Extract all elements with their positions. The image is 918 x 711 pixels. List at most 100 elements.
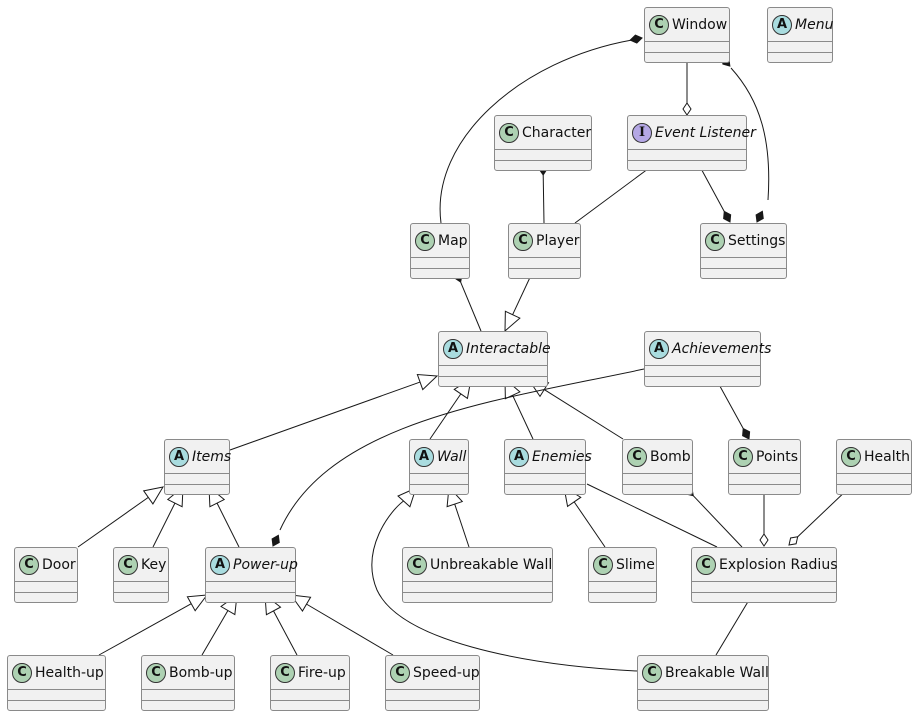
attributes-compartment	[645, 366, 760, 377]
class-name: Interactable	[466, 340, 551, 357]
attributes-compartment	[768, 42, 832, 53]
class-name: Slime	[616, 556, 655, 573]
class-stereotype-icon: C	[841, 446, 861, 467]
class-bomb[interactable]: C Bomb	[622, 439, 693, 495]
class-breakable-wall[interactable]: C Breakable Wall	[637, 655, 769, 711]
methods-compartment	[628, 161, 746, 171]
class-name: Window	[672, 16, 728, 33]
class-achievements[interactable]: A Achievements	[644, 331, 771, 387]
class-fire-up[interactable]: C Fire-up	[270, 655, 350, 711]
attributes-compartment	[403, 582, 552, 593]
class-unbreakable-wall[interactable]: C Unbreakable Wall	[402, 547, 553, 603]
class-header: C Window	[645, 8, 729, 42]
class-name: Health	[864, 448, 910, 465]
class-player[interactable]: C Player	[508, 223, 581, 279]
class-wall[interactable]: A Wall	[409, 439, 469, 495]
class-name: Power-up	[233, 556, 298, 573]
methods-compartment	[439, 377, 547, 387]
composition-diamond	[629, 34, 643, 44]
class-header: A Interactable	[439, 332, 551, 366]
class-header: C Explosion Radius	[692, 548, 838, 582]
class-door[interactable]: C Door	[14, 547, 78, 603]
class-stereotype-icon: C	[118, 554, 138, 575]
class-name: Explosion Radius	[719, 556, 838, 573]
class-menu[interactable]: A Menu	[767, 7, 833, 63]
class-map[interactable]: C Map	[410, 223, 470, 279]
class-power-up[interactable]: A Power-up	[205, 547, 298, 603]
methods-compartment	[411, 269, 469, 279]
class-name: Key	[141, 556, 167, 573]
class-event-listener[interactable]: I Event Listener	[627, 115, 756, 171]
class-bomb-up[interactable]: C Bomb-up	[141, 655, 235, 711]
relation-line	[454, 503, 470, 548]
class-header: C Health	[837, 440, 911, 474]
class-interactable[interactable]: A Interactable	[438, 331, 551, 387]
class-window[interactable]: C Window	[644, 7, 730, 63]
class-stereotype-icon: C	[649, 14, 669, 35]
methods-compartment	[692, 593, 836, 603]
relation-line	[77, 496, 149, 548]
attributes-compartment	[729, 474, 800, 485]
attributes-compartment	[410, 474, 468, 485]
class-health-up[interactable]: C Health-up	[7, 655, 106, 711]
methods-compartment	[403, 593, 552, 603]
class-header: C Bomb-up	[142, 656, 234, 690]
class-header: A Enemies	[505, 440, 592, 474]
relation-line	[542, 174, 545, 224]
methods-compartment	[729, 485, 800, 495]
attributes-compartment	[623, 474, 692, 485]
class-name: Achievements	[672, 340, 772, 357]
methods-compartment	[505, 485, 585, 495]
class-explosion-radius[interactable]: C Explosion Radius	[691, 547, 838, 603]
class-settings[interactable]: C Settings	[700, 223, 787, 279]
class-name: Player	[536, 232, 580, 249]
class-header: C Key	[114, 548, 168, 582]
relation-line	[201, 610, 229, 656]
class-health[interactable]: C Health	[836, 439, 912, 495]
abstract-class-icon: A	[772, 14, 792, 35]
class-header: C Map	[411, 224, 469, 258]
methods-compartment	[701, 269, 786, 279]
class-header: C Character	[495, 116, 591, 150]
attributes-compartment	[8, 690, 105, 701]
class-stereotype-icon: C	[627, 446, 647, 467]
class-name: Bomb	[650, 448, 691, 465]
class-stereotype-icon: C	[499, 122, 519, 143]
class-header: C Player	[509, 224, 580, 258]
attributes-compartment	[439, 366, 547, 377]
class-header: A Wall	[410, 440, 468, 474]
class-stereotype-icon: C	[513, 230, 533, 251]
class-name: Health-up	[35, 664, 104, 681]
class-points[interactable]: C Points	[728, 439, 801, 495]
aggregation-diamond	[759, 533, 769, 547]
relation-line	[216, 502, 240, 548]
abstract-class-icon: A	[443, 338, 463, 359]
relation-line	[574, 169, 647, 224]
methods-compartment	[623, 485, 692, 495]
attributes-compartment	[692, 582, 836, 593]
relation-line	[512, 395, 534, 440]
relation-line	[573, 501, 606, 548]
methods-compartment	[645, 377, 760, 387]
class-slime[interactable]: C Slime	[588, 547, 657, 603]
class-header: C Breakable Wall	[638, 656, 769, 690]
class-stereotype-icon: C	[19, 554, 39, 575]
class-name: Wall	[437, 448, 467, 465]
class-stereotype-icon: C	[275, 662, 295, 683]
methods-compartment	[645, 53, 729, 63]
relation-line	[429, 393, 462, 440]
class-speed-up[interactable]: C Speed-up	[385, 655, 480, 711]
class-header: I Event Listener	[628, 116, 756, 150]
class-stereotype-icon: C	[390, 662, 410, 683]
methods-compartment	[386, 701, 479, 711]
class-items[interactable]: A Items	[164, 439, 231, 495]
class-key[interactable]: C Key	[113, 547, 169, 603]
class-character[interactable]: C Character	[494, 115, 592, 171]
methods-compartment	[589, 593, 656, 603]
class-enemies[interactable]: A Enemies	[504, 439, 592, 495]
class-name: Enemies	[532, 448, 592, 465]
class-header: C Points	[729, 440, 800, 474]
class-name: Event Listener	[655, 124, 756, 141]
class-stereotype-icon: C	[146, 662, 166, 683]
attributes-compartment	[15, 582, 77, 593]
